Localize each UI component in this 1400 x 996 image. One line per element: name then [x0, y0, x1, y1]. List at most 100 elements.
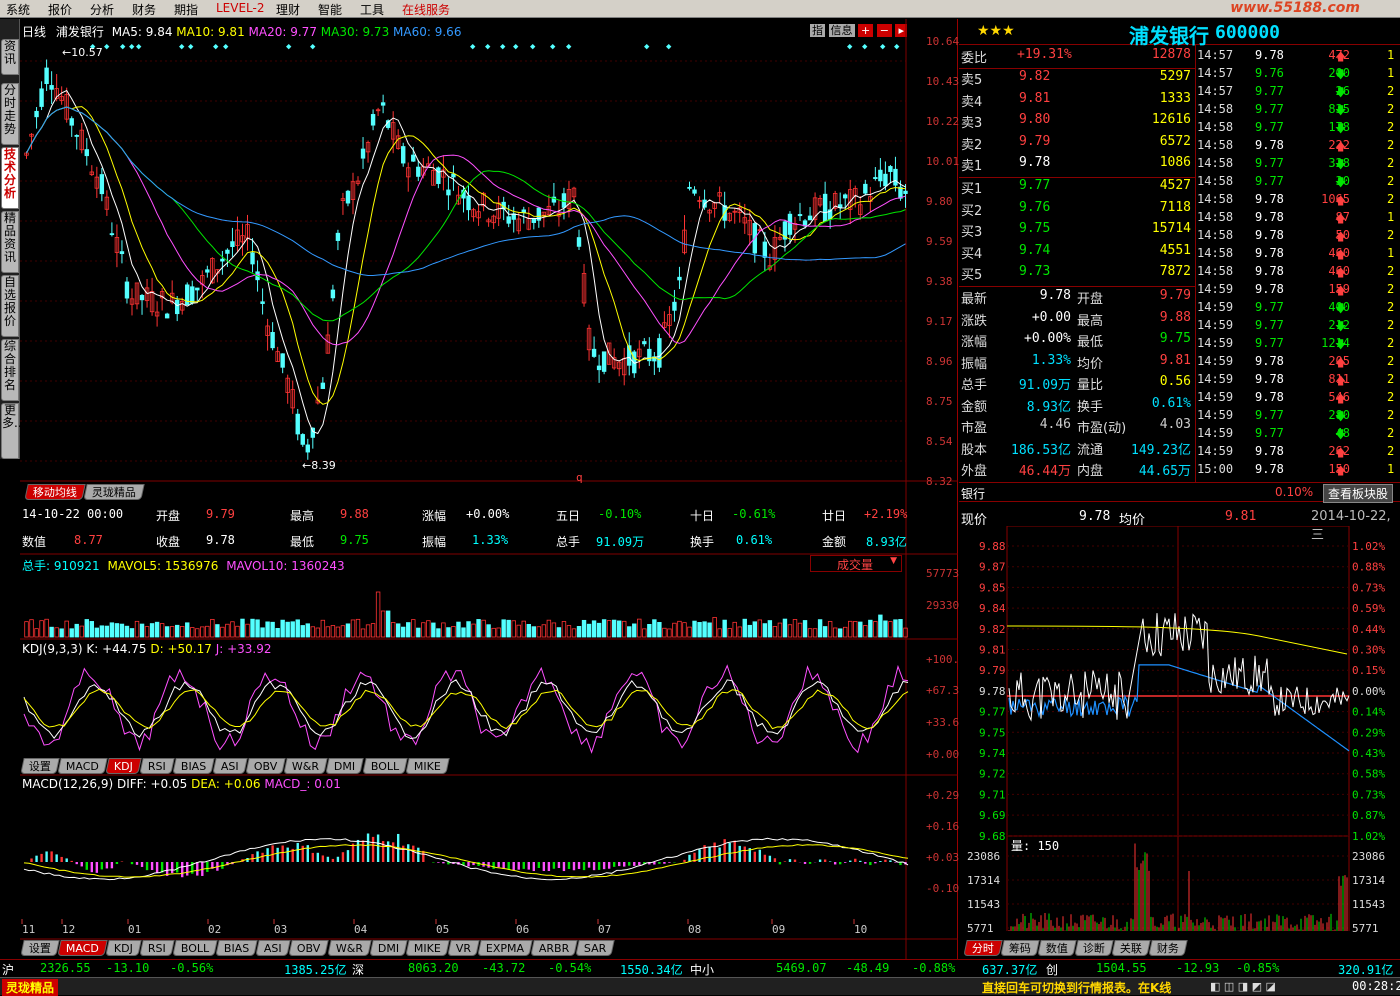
- volume-bar: [134, 620, 140, 638]
- tick-price: 9.77: [1255, 426, 1284, 440]
- volume-bar: [802, 620, 808, 638]
- stat-value: 1.33%: [1031, 352, 1071, 368]
- price-tick: 10.43: [926, 75, 960, 88]
- left-tab-premium-news[interactable]: 精品资讯: [1, 211, 19, 273]
- left-tab-more[interactable]: 更多...: [1, 403, 25, 459]
- stat-label: 市盈(动): [1077, 421, 1127, 436]
- volume-bar: [385, 610, 391, 638]
- tab-bias[interactable]: BIAS: [172, 758, 215, 774]
- volume-bar: [642, 628, 647, 638]
- tab-kdj[interactable]: KDJ: [105, 758, 142, 774]
- tab-sar[interactable]: SAR: [575, 940, 616, 956]
- tab-diagnosis[interactable]: 诊断: [1074, 940, 1114, 956]
- menu-analysis[interactable]: 分析: [90, 1, 114, 18]
- sh-label[interactable]: 沪: [2, 961, 14, 978]
- left-tab-news[interactable]: 资讯: [1, 39, 19, 75]
- left-tab-timeshare[interactable]: 分时走势: [1, 83, 19, 145]
- tab-timeshare[interactable]: 分时: [963, 940, 1003, 956]
- tab-macd[interactable]: MACD: [57, 758, 108, 774]
- volume-bar: [74, 623, 79, 638]
- menu-system[interactable]: 系统: [6, 1, 30, 18]
- stat-value: 0.56: [1159, 374, 1191, 389]
- tab-expma[interactable]: EXPMA: [477, 940, 533, 956]
- quote-title: ★★★ 浦发银行 600000: [959, 19, 1400, 48]
- tab-boll[interactable]: BOLL: [361, 758, 408, 774]
- menu-quote[interactable]: 报价: [48, 1, 72, 18]
- sz-label[interactable]: 深: [352, 961, 364, 978]
- tab-vr[interactable]: VR: [447, 940, 480, 956]
- volume-bar: [652, 619, 657, 638]
- intraday-pct-tick: 0.30%: [1352, 644, 1385, 657]
- tab-bias-2[interactable]: BIAS: [215, 940, 259, 956]
- tab-kdj-2[interactable]: KDJ: [105, 940, 142, 956]
- left-tab-watchlist[interactable]: 自选报价: [1, 275, 19, 337]
- high-label: 最高: [290, 509, 315, 523]
- tab-asi[interactable]: ASI: [212, 758, 248, 774]
- bottom-tabbar: 设置 MACD KDJ RSI BOLL BIAS ASI OBV W&R DMI MIKE VR EX…: [20, 940, 616, 956]
- price-tick: 10.64: [926, 35, 960, 48]
- tick-time: 14:57: [1197, 84, 1234, 98]
- menu-level2[interactable]: LEVEL-2: [216, 1, 265, 15]
- volume-bar: [672, 622, 677, 638]
- tab-dmi-2[interactable]: DMI: [368, 940, 408, 956]
- tab-moving-average[interactable]: 移动均线: [24, 484, 86, 500]
- arrow-up-icon: 🡅: [1335, 374, 1347, 387]
- tab-rsi[interactable]: RSI: [139, 758, 175, 774]
- tick-count: 2: [1387, 444, 1395, 458]
- menu-online[interactable]: 在线服务: [402, 1, 450, 18]
- tab-chips[interactable]: 筹码: [1000, 940, 1040, 956]
- tab-obv-2[interactable]: OBV: [288, 940, 330, 956]
- menu-futures[interactable]: 期指: [174, 1, 198, 18]
- sector-name[interactable]: 银行: [961, 485, 985, 502]
- view-sector-button[interactable]: 查看板块股: [1323, 484, 1394, 503]
- volume-bar: [401, 626, 406, 638]
- intraday-price-tick: 9.68: [979, 830, 1006, 843]
- menu-smart[interactable]: 智能: [318, 1, 342, 18]
- tab-dmi[interactable]: DMI: [325, 758, 365, 774]
- low-mark: ←8.39: [302, 459, 336, 472]
- volume-bar: [441, 622, 446, 638]
- menu-finance[interactable]: 财务: [132, 1, 156, 18]
- volume-bar: [240, 618, 245, 638]
- left-tab-ranking[interactable]: 综合排名: [1, 339, 19, 401]
- tab-settings[interactable]: 设置: [20, 758, 60, 774]
- left-tab-technical[interactable]: 技术分析: [1, 147, 19, 209]
- indicator-select[interactable]: 成交量 ▼: [810, 555, 902, 572]
- tab-financial[interactable]: 财务: [1148, 940, 1188, 956]
- stat-label: 涨跌: [961, 313, 988, 329]
- volume-bar: [89, 621, 95, 638]
- kline-chart[interactable]: ◆ ◆ ◆ ◆ ◆ ◆ ◆ ◆ ◆ ◆ ◆ ◆ ◆ ◆ ◆ ◆ ◆ ◆ ◆ ◆ ◆ ◆ ◆ ◆ q 11 12 01 02 03 04 05 0…: [20, 19, 958, 959]
- tab-macd-2[interactable]: MACD: [57, 940, 108, 956]
- volume-bar: [812, 628, 818, 638]
- tab-values[interactable]: 数值: [1037, 940, 1077, 956]
- tab-wr-2[interactable]: W&R: [326, 940, 372, 956]
- low-value: 9.75: [340, 533, 369, 547]
- stat-row: 总手 91.09万 量比 0.56: [959, 374, 1195, 395]
- tab-mike-2[interactable]: MIKE: [405, 940, 450, 956]
- intraday-chart[interactable]: 9.88 1.02% 9.87 0.88% 9.85 0.73% 9.84 0.59% 9.82…: [959, 526, 1400, 936]
- tab-wr[interactable]: W&R: [283, 758, 329, 774]
- cy-label[interactable]: 创: [1046, 961, 1058, 978]
- stat-label: 均价: [1077, 356, 1104, 372]
- menu-wealth[interactable]: 理财: [276, 1, 300, 18]
- macd-value: MACD_: 0.01: [264, 777, 341, 791]
- tab-mike[interactable]: MIKE: [405, 758, 450, 774]
- menu-tools[interactable]: 工具: [360, 1, 384, 18]
- tab-linglong[interactable]: 灵珑精品: [83, 484, 145, 500]
- volume-bar: [350, 619, 356, 638]
- tab-boll-2[interactable]: BOLL: [172, 940, 218, 956]
- tab-obv[interactable]: OBV: [245, 758, 286, 774]
- tab-related[interactable]: 关联: [1111, 940, 1151, 956]
- candle-body: [119, 251, 125, 255]
- tab-arbr[interactable]: ARBR: [530, 940, 579, 956]
- volume-bar: [285, 621, 290, 638]
- volume-bar: [406, 622, 411, 638]
- zx-label[interactable]: 中小: [690, 961, 714, 978]
- tab-asi-2[interactable]: ASI: [255, 940, 291, 956]
- tab-rsi-2[interactable]: RSI: [139, 940, 175, 956]
- brand-badge[interactable]: 灵珑精品: [2, 979, 59, 996]
- price-tick: 8.32: [926, 475, 953, 488]
- candle-body: [250, 252, 255, 265]
- tab-settings-2[interactable]: 设置: [20, 940, 60, 956]
- volume-bar: [180, 626, 185, 638]
